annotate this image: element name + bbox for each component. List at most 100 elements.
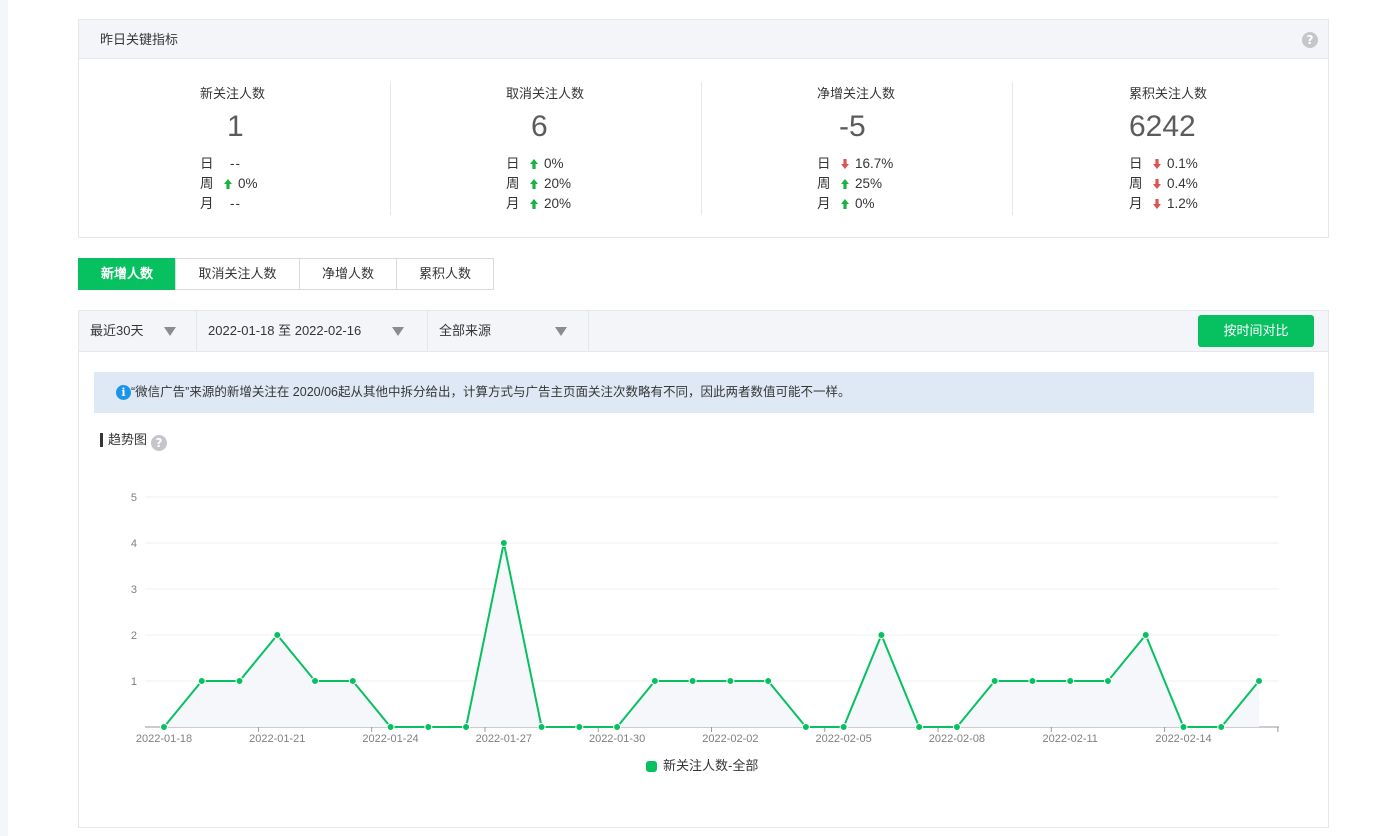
kpi-title: 累积关注人数 <box>1129 86 1208 101</box>
key-metrics-header: 昨日关键指标 ? <box>79 20 1328 59</box>
stat-period-label: 月 <box>817 196 831 211</box>
stat-value: 0% <box>238 176 258 191</box>
legend-label: 新关注人数-全部 <box>663 758 759 773</box>
stat-value: 1.2% <box>1167 196 1198 211</box>
data-point <box>311 677 320 685</box>
key-metrics-row: 新关注人数 1 日 -- 周 0% 月 -- 取消关注人数 6 日 0% 周 20% 月 20% 净增关注人数 -… <box>79 80 1328 236</box>
data-point <box>1255 677 1263 685</box>
data-point <box>462 723 471 731</box>
stat-value: 20% <box>544 176 572 191</box>
legend-swatch <box>646 761 657 772</box>
left-strip <box>0 0 8 836</box>
stat-period-label: 日 <box>817 156 831 171</box>
data-point <box>575 723 584 731</box>
data-point <box>688 677 697 685</box>
key-metrics-panel: 昨日关键指标 ? 新关注人数 1 日 -- 周 0% 月 -- 取消关注人数 6 日 0% 周 20% 月 2… <box>78 19 1329 238</box>
stat-period-label: 月 <box>1129 196 1143 211</box>
arrow-up-icon <box>530 199 538 209</box>
data-point <box>348 677 357 685</box>
data-point <box>273 631 282 639</box>
x-tick-label: 2022-02-08 <box>929 733 985 745</box>
x-tick-label: 2022-02-02 <box>702 733 758 745</box>
tab-1[interactable]: 取消关注人数 <box>175 258 300 290</box>
arrow-down-icon <box>1153 199 1161 209</box>
data-point <box>160 723 168 731</box>
stat-value: 25% <box>855 176 883 191</box>
chart-legend[interactable]: 新关注人数-全部 <box>646 756 758 776</box>
kpi-title: 净增关注人数 <box>817 86 896 101</box>
data-point <box>197 677 206 685</box>
kpi-stat-line: 月 -- <box>200 194 258 214</box>
data-point <box>424 723 433 731</box>
data-point <box>1141 631 1150 639</box>
kpi-stat-line: 日 16.7% <box>817 154 893 174</box>
stat-period-label: 周 <box>200 176 214 191</box>
data-point <box>839 723 848 731</box>
stat-value: 0.4% <box>1167 176 1198 191</box>
data-point <box>990 677 999 685</box>
metric-tabs: 新增人数 取消关注人数 净增人数 累积人数 <box>78 258 494 290</box>
stat-value: -- <box>230 196 241 211</box>
arrow-up-icon <box>530 179 538 189</box>
y-tick-label: 4 <box>131 538 137 550</box>
tab-2[interactable]: 净增人数 <box>299 258 397 290</box>
help-icon[interactable]: ? <box>1302 32 1318 48</box>
arrow-down-icon <box>841 159 849 169</box>
trend-chart: 1 2 3 4 5 2022-01-18 2022-01-21 2022-01-24 2022-… <box>131 492 1279 745</box>
arrow-up-icon <box>224 179 232 189</box>
y-tick-label: 1 <box>131 676 137 688</box>
x-tick-label: 2022-01-18 <box>136 733 192 745</box>
x-tick-label: 2022-01-24 <box>362 733 418 745</box>
kpi-card: 取消关注人数 6 日 0% 周 20% 月 20% <box>390 80 702 236</box>
kpi-title: 新关注人数 <box>200 86 266 101</box>
data-point <box>650 677 659 685</box>
key-metrics-title: 昨日关键指标 <box>100 32 179 47</box>
stat-period-label: 周 <box>817 176 831 191</box>
y-tick-label: 3 <box>131 584 137 596</box>
kpi-stat-line: 周 20% <box>506 174 571 194</box>
x-tick-label: 2022-01-27 <box>476 733 532 745</box>
arrow-up-icon <box>841 179 849 189</box>
stat-period-label: 日 <box>200 156 214 171</box>
x-tick-label: 2022-02-14 <box>1155 733 1211 745</box>
kpi-card: 新关注人数 1 日 -- 周 0% 月 -- <box>79 80 391 236</box>
kpi-title: 取消关注人数 <box>506 86 585 101</box>
x-tick-label: 2022-02-05 <box>816 733 872 745</box>
kpi-stats: 日 -- 周 0% 月 -- <box>200 154 258 214</box>
kpi-stat-line: 周 0% <box>200 174 258 194</box>
data-point <box>1066 677 1075 685</box>
arrow-up-icon <box>530 159 538 169</box>
x-tick-label: 2022-02-11 <box>1042 733 1097 745</box>
kpi-stat-line: 日 0% <box>506 154 571 174</box>
kpi-stat-line: 月 0% <box>817 194 893 214</box>
kpi-value: -5 <box>839 110 866 143</box>
kpi-value: 1 <box>227 110 244 143</box>
kpi-stat-line: 周 0.4% <box>1129 174 1198 194</box>
tab-0[interactable]: 新增人数 <box>78 258 176 290</box>
kpi-stat-line: 月 1.2% <box>1129 194 1198 214</box>
arrow-down-icon <box>1153 159 1161 169</box>
trend-panel: 最近30天 2022-01-18 至 2022-02-16 全部来源 按时间对比… <box>78 310 1329 828</box>
data-point <box>235 677 244 685</box>
stat-period-label: 日 <box>506 156 520 171</box>
data-point <box>386 723 395 731</box>
data-point <box>726 677 735 685</box>
kpi-stats: 日 0% 周 20% 月 20% <box>506 154 571 214</box>
stat-value: 0.1% <box>1167 156 1198 171</box>
stat-value: -- <box>230 156 241 171</box>
y-tick-label: 5 <box>131 492 137 504</box>
data-point <box>877 631 886 639</box>
stat-period-label: 月 <box>200 196 214 211</box>
stat-value: 20% <box>544 196 572 211</box>
data-point <box>1217 723 1226 731</box>
kpi-card: 净增关注人数 -5 日 16.7% 周 25% 月 0% <box>701 80 1013 236</box>
x-tick-label: 2022-01-30 <box>589 733 645 745</box>
arrow-down-icon <box>1153 179 1161 189</box>
stat-period-label: 周 <box>506 176 520 191</box>
tab-3[interactable]: 累积人数 <box>396 258 494 290</box>
data-point <box>1179 723 1188 731</box>
stat-period-label: 月 <box>506 196 520 211</box>
stat-period-label: 周 <box>1129 176 1143 191</box>
stat-value: 0% <box>544 156 564 171</box>
stat-value: 0% <box>855 196 875 211</box>
